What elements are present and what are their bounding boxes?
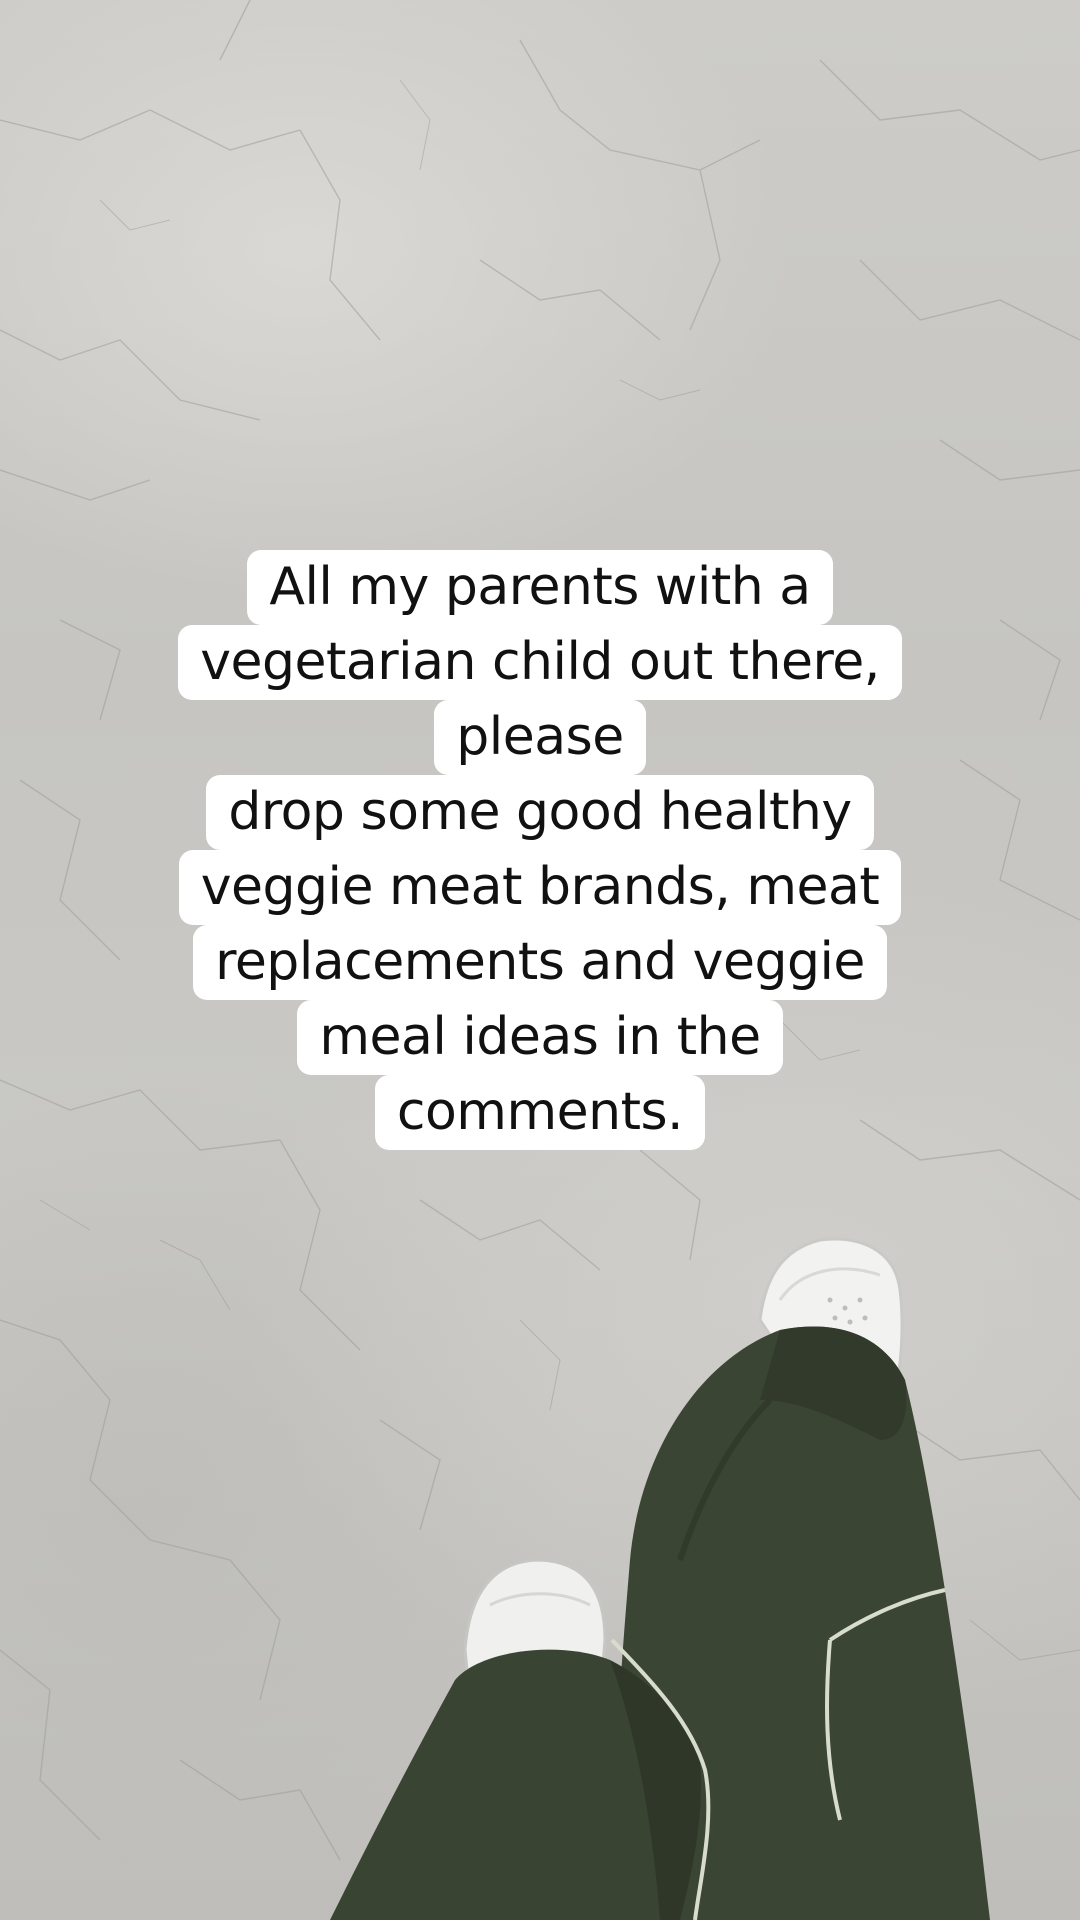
caption-line-1: All my parents with a	[247, 550, 833, 625]
caption-line-4: drop some good healthy	[206, 775, 874, 850]
caption-line-2: vegetarian child out there,	[178, 625, 902, 700]
caption-line-8: comments.	[374, 1075, 706, 1150]
caption-line-7: meal ideas in the	[297, 1000, 783, 1075]
left-pant-leg	[330, 1638, 711, 1920]
caption-overlay: All my parents with a vegetarian child o…	[0, 550, 1080, 1150]
caption-line-3: please	[434, 700, 646, 775]
photo-scene: All my parents with a vegetarian child o…	[0, 0, 1080, 1920]
caption-line-6: replacements and veggie	[193, 925, 887, 1000]
caption-line-5: veggie meat brands, meat	[178, 850, 902, 925]
